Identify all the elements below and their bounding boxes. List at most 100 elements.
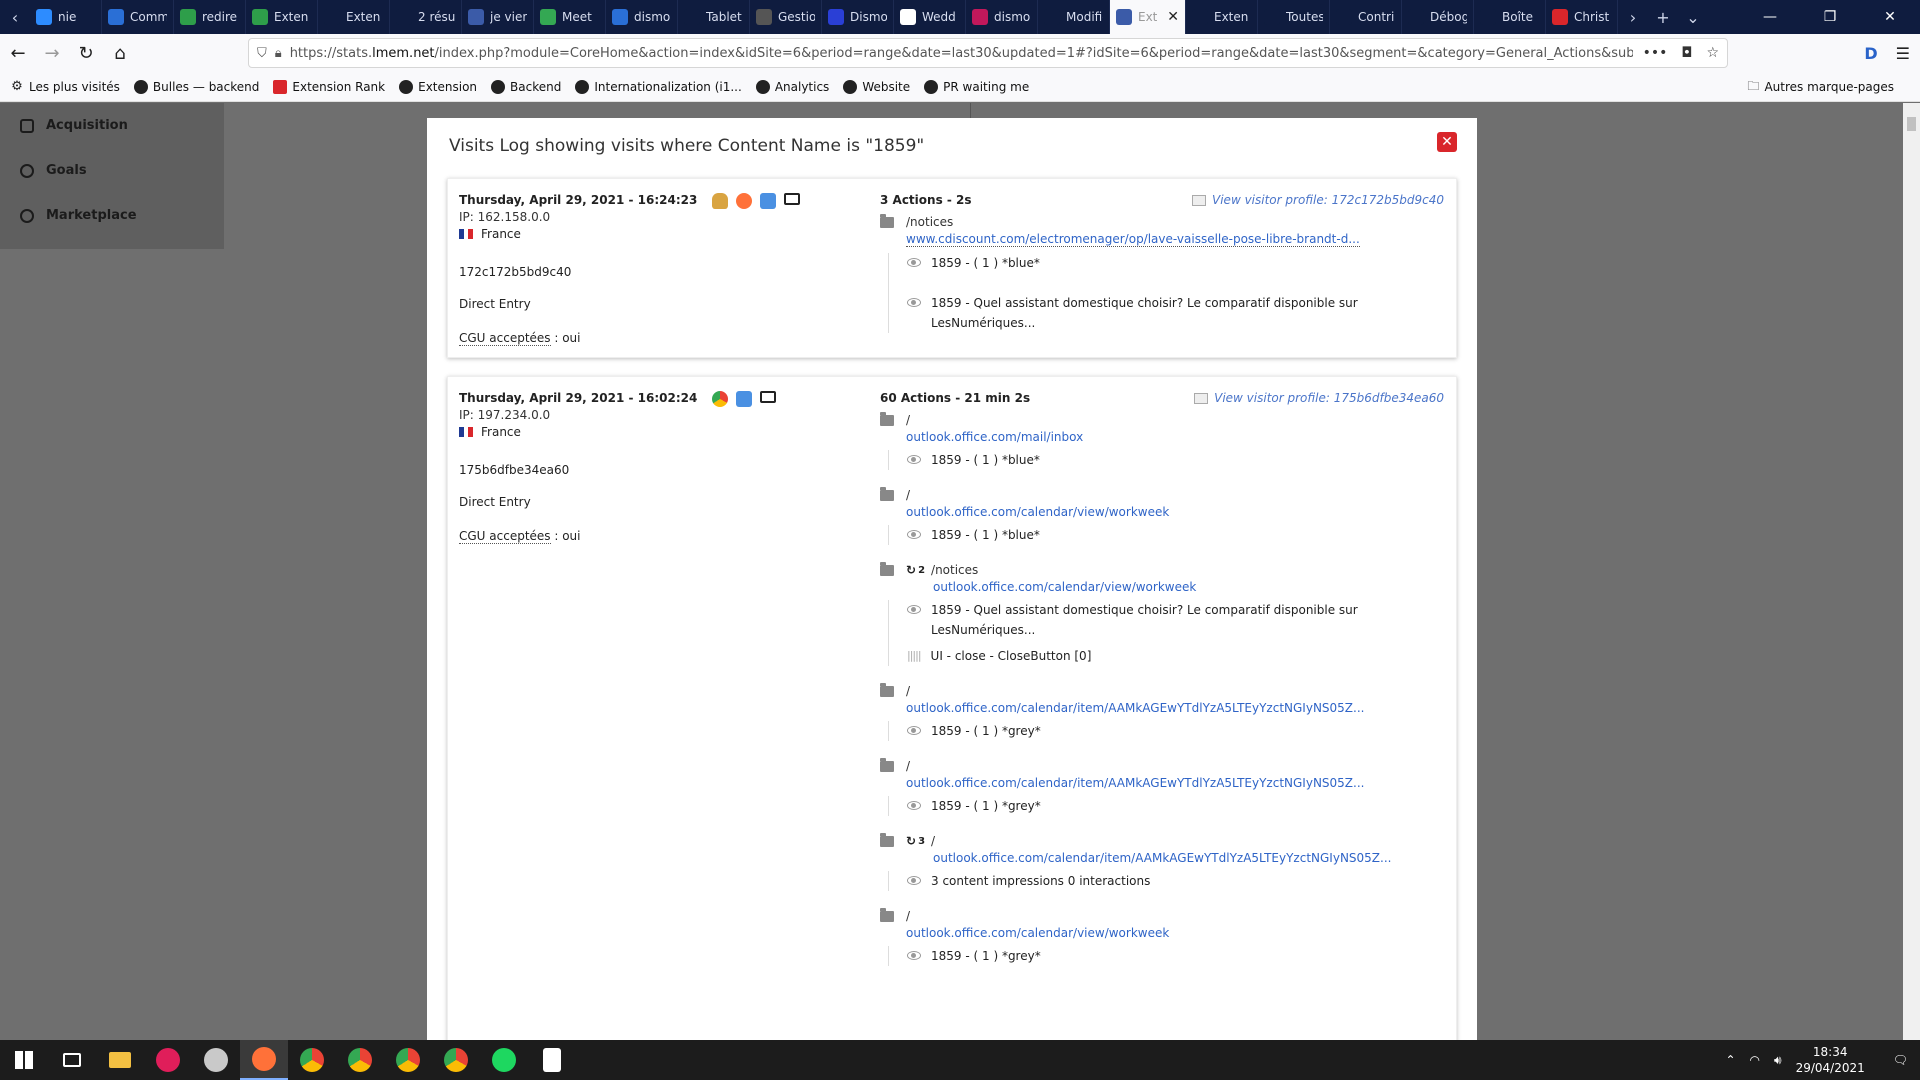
browser-tab[interactable]: Gestio [750, 0, 822, 34]
tracking-shield-icon[interactable]: ⛉ [257, 46, 267, 61]
browser-tab[interactable]: Toutes les [1258, 0, 1330, 34]
chrome-icon[interactable] [288, 1040, 336, 1080]
wifi-icon[interactable]: ◠ [1750, 1053, 1760, 1067]
tray-chevron-icon[interactable]: ⌃ [1725, 1053, 1735, 1067]
menu-icon[interactable]: ☰ [1896, 44, 1910, 63]
pocket-icon[interactable]: ◘ [1681, 45, 1692, 61]
tab-scroll-right-icon[interactable]: › [1618, 0, 1648, 34]
view-visitor-profile-link[interactable]: View visitor profile: 175b6dfbe34ea60 [1194, 391, 1444, 405]
chrome-icon[interactable] [336, 1040, 384, 1080]
reload-icon[interactable]: ↻ [70, 37, 102, 69]
task-view-icon[interactable] [48, 1040, 96, 1080]
tab-favicon-icon [1044, 9, 1060, 25]
browser-tab[interactable]: dismo [606, 0, 678, 34]
page-scrollbar[interactable] [1903, 103, 1920, 1040]
bookmark-item[interactable]: Bulles — backend [133, 79, 259, 94]
scrollbar-thumb[interactable] [1907, 117, 1916, 131]
chrome-icon[interactable] [384, 1040, 432, 1080]
page-actions-icon[interactable]: ••• [1643, 45, 1668, 61]
tab-list-icon[interactable]: ⌄ [1678, 0, 1708, 34]
spotify-icon[interactable] [480, 1040, 528, 1080]
forward-icon[interactable]: → [36, 37, 68, 69]
firefox-icon[interactable] [240, 1040, 288, 1080]
bookmark-item[interactable]: Internationalization (i1... [575, 79, 742, 94]
browser-tab[interactable]: Exten [318, 0, 390, 34]
sidebar-item-marketplace[interactable]: Marketplace [0, 193, 224, 238]
browser-tab[interactable]: Christ [1546, 0, 1618, 34]
marketplace-icon [20, 208, 34, 223]
action-url-link[interactable]: outlook.office.com/calendar/view/workwee… [906, 505, 1169, 519]
browser-tab[interactable]: je vien [462, 0, 534, 34]
chrome-browser-icon[interactable] [712, 391, 728, 407]
browser-tab[interactable]: Boîte [1474, 0, 1546, 34]
file-explorer-icon[interactable] [96, 1040, 144, 1080]
notifications-icon[interactable]: 🗨︎ [1893, 1053, 1908, 1067]
os-icon[interactable] [760, 193, 776, 209]
volume-icon[interactable]: 🔊︎ [1774, 1053, 1782, 1068]
browser-tab[interactable]: Dismo [822, 0, 894, 34]
github-icon [399, 79, 414, 94]
tab-scroll-left-icon[interactable]: ‹ [0, 0, 30, 34]
browser-tab[interactable]: Contribute [1330, 0, 1402, 34]
back-icon[interactable]: ← [2, 37, 34, 69]
close-icon[interactable]: ✕ [1437, 132, 1457, 152]
browser-tab[interactable]: nie [30, 0, 102, 34]
browser-tab[interactable]: Wedd [894, 0, 966, 34]
windows-start-icon[interactable] [0, 1040, 48, 1080]
user-icon[interactable] [712, 193, 728, 209]
action-url-link[interactable]: outlook.office.com/calendar/view/workwee… [906, 926, 1169, 940]
bookmark-item[interactable]: Website [843, 79, 910, 94]
browser-tab[interactable]: Ext ✕ [1110, 0, 1186, 34]
close-tab-icon[interactable]: ✕ [1167, 9, 1179, 25]
action-url-link[interactable]: outlook.office.com/calendar/item/AAMkAGE… [906, 701, 1364, 715]
close-window-icon[interactable]: ✕ [1860, 0, 1920, 34]
bookmark-item[interactable]: Backend [491, 79, 561, 94]
browser-tab[interactable]: Débog [1402, 0, 1474, 34]
action-url-link[interactable]: outlook.office.com/calendar/item/AAMkAGE… [906, 776, 1364, 790]
action-url-link[interactable]: outlook.office.com/calendar/item/AAMkAGE… [933, 851, 1391, 865]
clock[interactable]: 18:34 29/04/2021 [1796, 1044, 1865, 1076]
browser-tab[interactable]: Tablet [678, 0, 750, 34]
extension-d-icon[interactable]: D [1864, 44, 1877, 63]
lock-icon[interactable]: 🔒︎ [275, 46, 282, 61]
browser-tab[interactable]: 2 résultats [390, 0, 462, 34]
sidebar-item-goals[interactable]: Goals [0, 148, 224, 193]
os-icon[interactable] [736, 391, 752, 407]
url-text[interactable]: https://stats.lmem.net/index.php?module=… [290, 46, 1633, 61]
firefox-browser-icon[interactable] [736, 193, 752, 209]
restore-icon[interactable]: ❐ [1800, 0, 1860, 34]
bookmark-item[interactable]: Extension [399, 79, 477, 94]
url-bar[interactable]: ⛉ 🔒︎ https://stats.lmem.net/index.php?mo… [248, 38, 1728, 68]
bookmark-item[interactable]: Analytics [755, 79, 829, 94]
bookmark-star-icon[interactable]: ☆ [1706, 45, 1719, 61]
minimize-icon[interactable]: — [1740, 0, 1800, 34]
new-tab-icon[interactable]: + [1648, 0, 1678, 34]
browser-tab[interactable]: Exten [246, 0, 318, 34]
browser-tab[interactable]: dismo [966, 0, 1038, 34]
app-icon[interactable] [528, 1040, 576, 1080]
action-url-link[interactable]: outlook.office.com/calendar/view/workwee… [933, 580, 1196, 594]
view-visitor-profile-link[interactable]: View visitor profile: 172c172b5bd9c40 [1192, 193, 1444, 207]
slack-icon[interactable] [144, 1040, 192, 1080]
browser-tab[interactable]: Modifier E [1038, 0, 1110, 34]
desktop-icon[interactable] [760, 391, 776, 403]
home-icon[interactable]: ⌂ [104, 37, 136, 69]
bookmark-item[interactable]: ⚙ Les plus visités [10, 79, 120, 94]
action-url-link[interactable]: www.cdiscount.com/electromenager/op/lave… [906, 232, 1360, 247]
browser-tab[interactable]: Exten [1186, 0, 1258, 34]
browser-tab[interactable]: Comm [102, 0, 174, 34]
action-path-label: / [906, 413, 911, 427]
action-url-link[interactable]: outlook.office.com/mail/inbox [906, 430, 1083, 444]
app-icon[interactable] [192, 1040, 240, 1080]
bookmark-item[interactable]: Extension Rank [273, 79, 385, 94]
browser-tab[interactable]: Meet [534, 0, 606, 34]
tab-title: dismo [634, 10, 671, 24]
sidebar-item-acquisition[interactable]: Acquisition [0, 103, 224, 148]
other-bookmarks[interactable]: 🗀 Autres marque-pages [1747, 72, 1894, 102]
browser-tab[interactable]: redire [174, 0, 246, 34]
bookmark-item[interactable]: PR waiting me [924, 79, 1029, 94]
chrome-icon[interactable] [432, 1040, 480, 1080]
rank-icon [273, 79, 288, 94]
folder-icon [880, 907, 894, 922]
desktop-icon[interactable] [784, 193, 800, 205]
